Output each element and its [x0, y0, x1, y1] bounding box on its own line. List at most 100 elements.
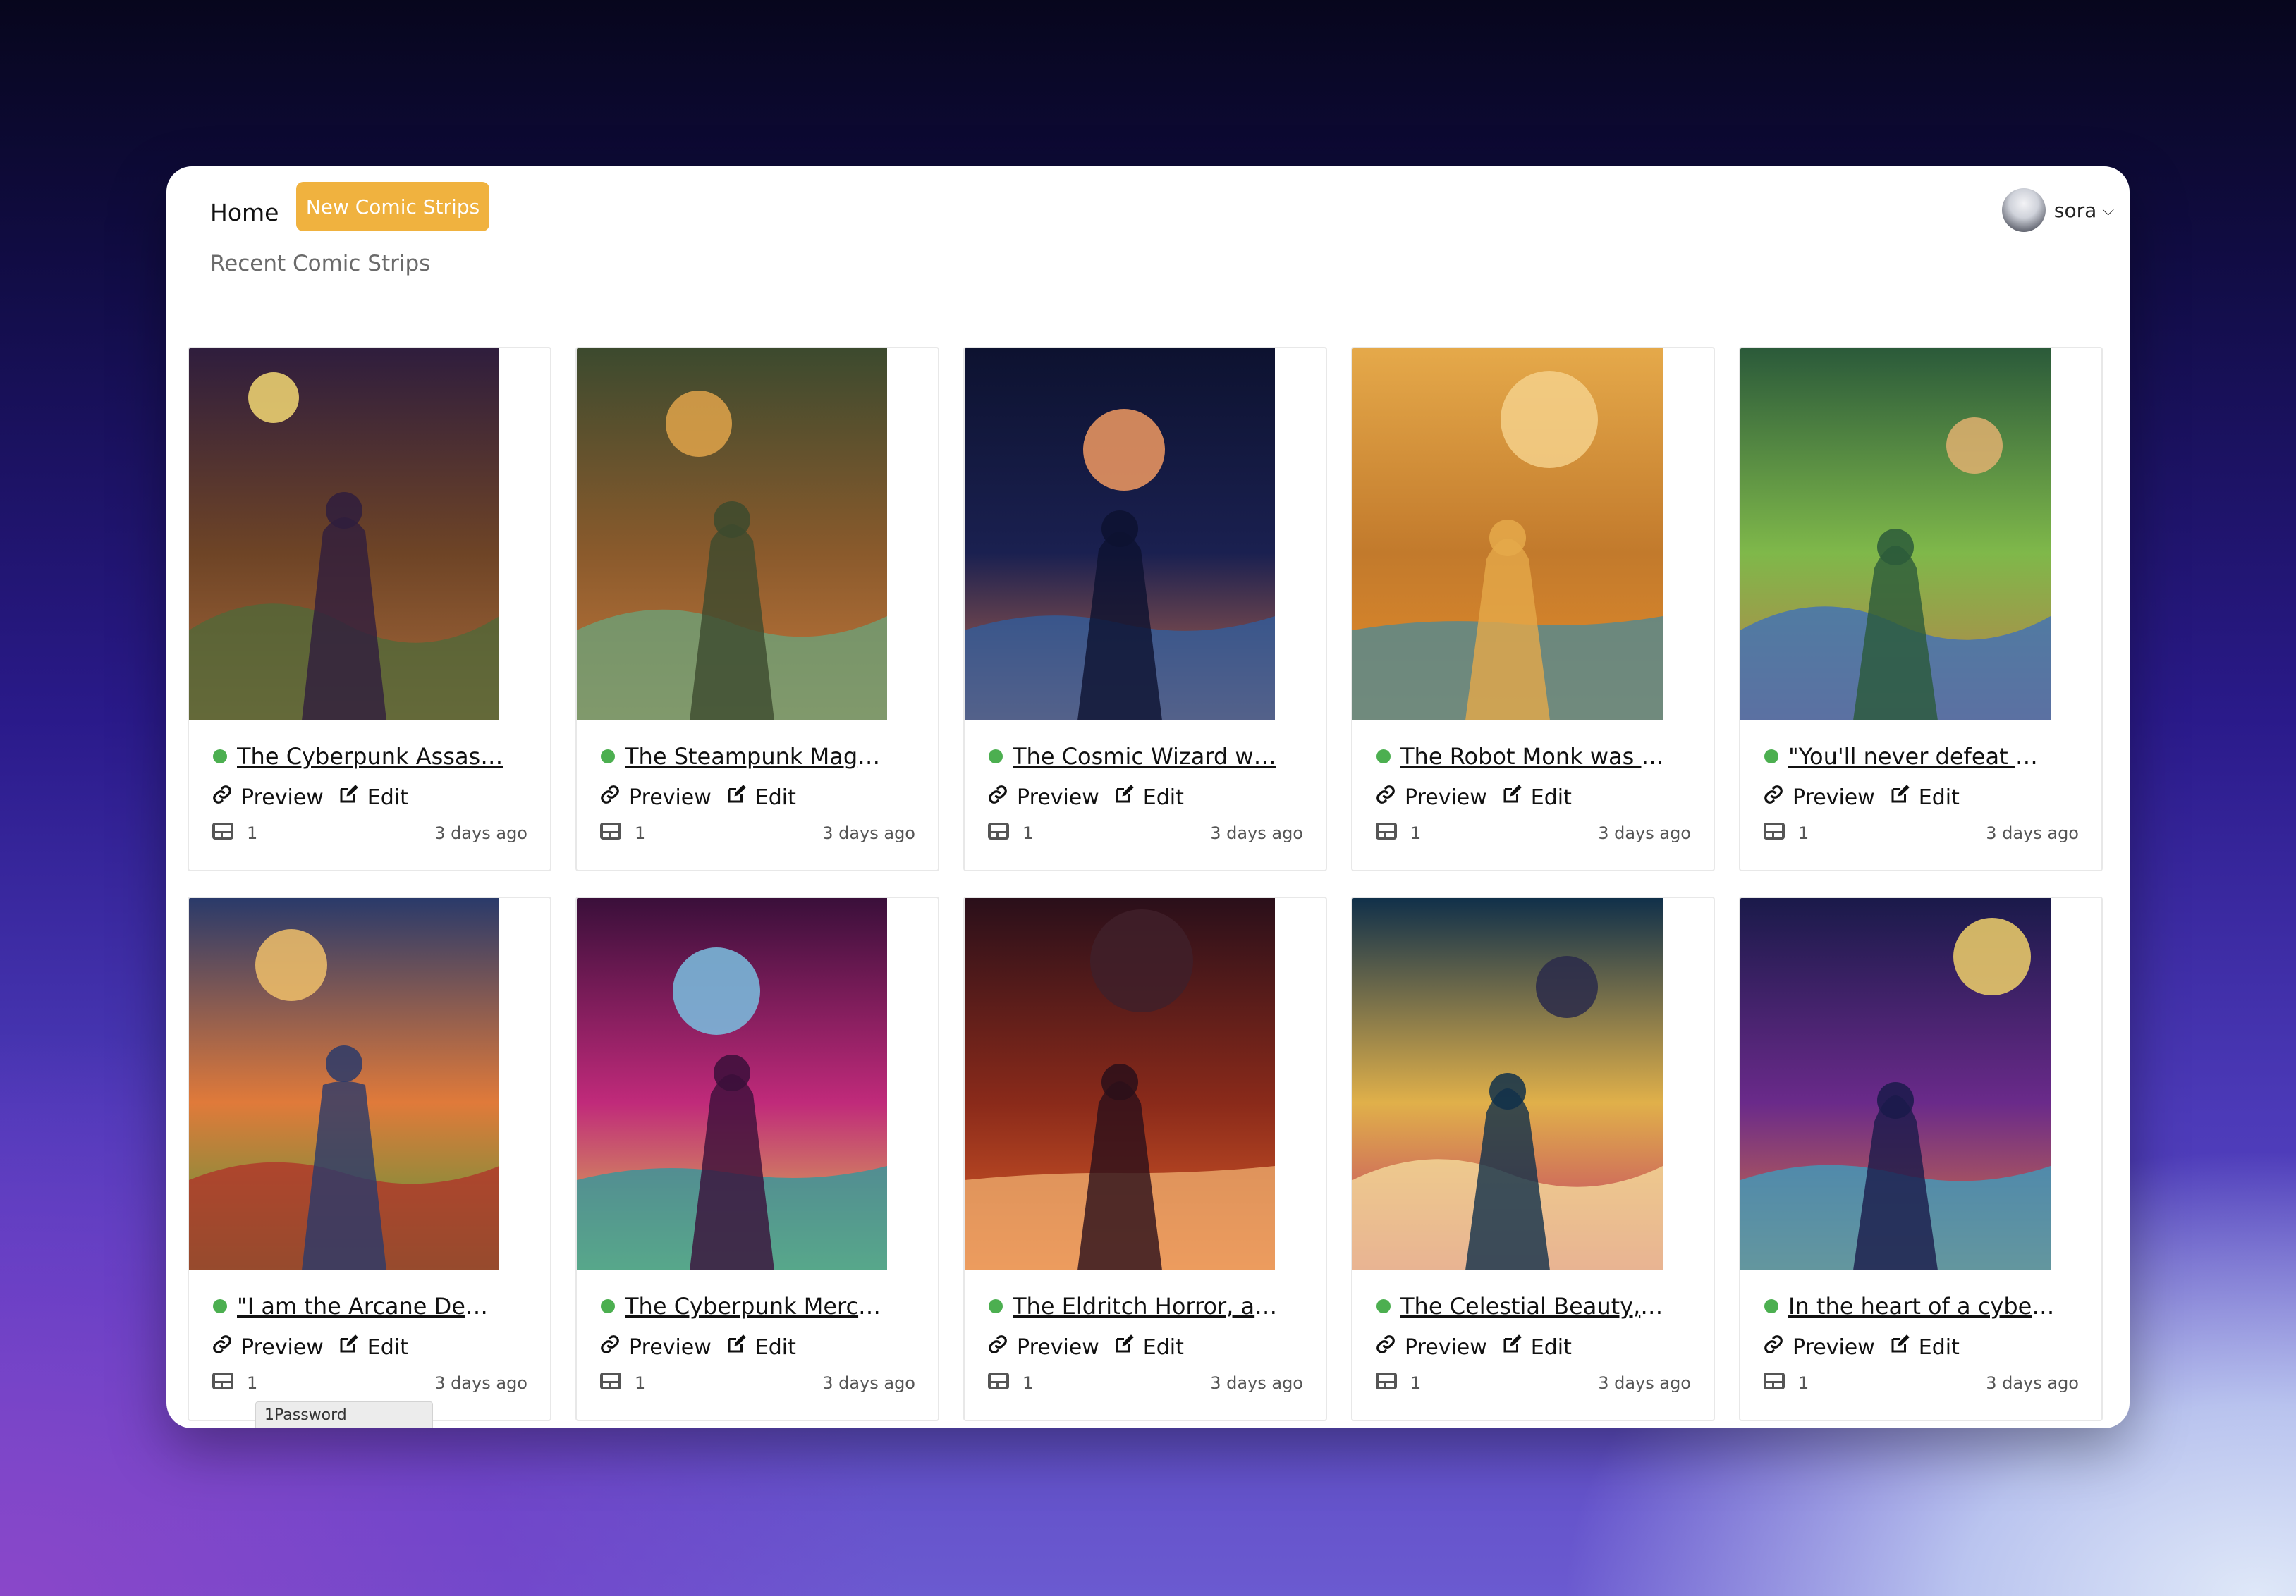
- status-dot: [1764, 749, 1778, 763]
- panels-icon: [212, 1372, 234, 1394]
- panels-icon: [212, 822, 234, 845]
- status-dot: [601, 1299, 615, 1313]
- edit-icon[interactable]: [726, 1334, 747, 1361]
- comic-thumbnail[interactable]: [1740, 898, 2051, 1270]
- preview-link[interactable]: Preview: [629, 1335, 712, 1360]
- comic-strip-card-5: "You'll never defeat m… Preview Edit 1 3…: [1739, 347, 2103, 871]
- edit-link[interactable]: Edit: [1143, 785, 1184, 810]
- edit-link[interactable]: Edit: [1919, 1335, 1960, 1360]
- comic-title-link[interactable]: In the heart of a cyber…: [1788, 1293, 2056, 1320]
- edit-link[interactable]: Edit: [1531, 1335, 1572, 1360]
- comic-title-link[interactable]: The Robot Monk was s…: [1400, 743, 1668, 770]
- edit-icon[interactable]: [1113, 1334, 1135, 1361]
- comic-title-link[interactable]: The Steampunk Mage …: [625, 743, 893, 770]
- new-comic-strips-button[interactable]: New Comic Strips: [296, 182, 489, 231]
- edit-icon[interactable]: [1501, 784, 1522, 811]
- preview-link[interactable]: Preview: [1405, 785, 1487, 810]
- comic-strip-card-8: The Eldritch Horror, a … Preview Edit 1 …: [963, 897, 1327, 1421]
- comic-thumbnail[interactable]: [189, 348, 499, 720]
- edit-link[interactable]: Edit: [755, 785, 796, 810]
- preview-link[interactable]: Preview: [1017, 1335, 1099, 1360]
- edit-link[interactable]: Edit: [1531, 785, 1572, 810]
- app-window: Home New Comic Strips sora ⌵ Recent Comi…: [166, 166, 2130, 1428]
- edit-icon[interactable]: [338, 784, 359, 811]
- panel-count: 1: [247, 823, 258, 843]
- comic-title-link[interactable]: The Cyberpunk Merce…: [625, 1293, 893, 1320]
- comic-title-link[interactable]: "I am the Arcane Dem…: [237, 1293, 505, 1320]
- comic-thumbnail[interactable]: [965, 348, 1275, 720]
- comic-strip-grid: The Cyberpunk Assas… Preview Edit 1 3 da…: [188, 347, 2103, 1421]
- edit-icon[interactable]: [726, 784, 747, 811]
- link-icon[interactable]: [212, 1334, 233, 1361]
- comic-title-link[interactable]: The Cyberpunk Assas…: [237, 743, 503, 770]
- timestamp: 3 days ago: [1986, 823, 2079, 843]
- link-icon[interactable]: [1375, 1334, 1396, 1361]
- comic-thumbnail[interactable]: [1352, 898, 1663, 1270]
- link-icon[interactable]: [1763, 1334, 1784, 1361]
- comic-title-link[interactable]: "You'll never defeat m…: [1788, 743, 2056, 770]
- timestamp: 3 days ago: [822, 1373, 915, 1393]
- panels-icon: [987, 1372, 1010, 1394]
- edit-link[interactable]: Edit: [755, 1335, 796, 1360]
- edit-link[interactable]: Edit: [367, 785, 408, 810]
- edit-icon[interactable]: [1889, 784, 1910, 811]
- preview-link[interactable]: Preview: [241, 785, 324, 810]
- status-dot: [1376, 1299, 1391, 1313]
- preview-link[interactable]: Preview: [1793, 1335, 1875, 1360]
- comic-strip-card-2: The Steampunk Mage … Preview Edit 1 3 da…: [575, 347, 939, 871]
- comic-thumbnail[interactable]: [577, 348, 887, 720]
- timestamp: 3 days ago: [822, 823, 915, 843]
- panels-icon: [1763, 1372, 1785, 1394]
- edit-icon[interactable]: [1113, 784, 1135, 811]
- edit-icon[interactable]: [1501, 1334, 1522, 1361]
- password-manager-tag[interactable]: 1Password: [255, 1401, 433, 1428]
- edit-link[interactable]: Edit: [1919, 785, 1960, 810]
- comic-thumbnail[interactable]: [965, 898, 1275, 1270]
- comic-thumbnail[interactable]: [1352, 348, 1663, 720]
- link-icon[interactable]: [212, 784, 233, 811]
- preview-link[interactable]: Preview: [241, 1335, 324, 1360]
- link-icon[interactable]: [987, 784, 1008, 811]
- panels-icon: [1375, 1372, 1398, 1394]
- timestamp: 3 days ago: [1210, 1373, 1303, 1393]
- panel-count: 1: [1798, 823, 1809, 843]
- comic-title-link[interactable]: The Cosmic Wizard w…: [1013, 743, 1276, 770]
- edit-link[interactable]: Edit: [1143, 1335, 1184, 1360]
- panel-count: 1: [1410, 1373, 1422, 1393]
- status-dot: [1764, 1299, 1778, 1313]
- status-dot: [1376, 749, 1391, 763]
- panel-count: 1: [1022, 823, 1034, 843]
- link-icon[interactable]: [1763, 784, 1784, 811]
- panels-icon: [599, 1372, 622, 1394]
- panels-icon: [987, 822, 1010, 845]
- timestamp: 3 days ago: [1986, 1373, 2079, 1393]
- link-icon[interactable]: [599, 784, 621, 811]
- link-icon[interactable]: [1375, 784, 1396, 811]
- comic-title-link[interactable]: The Celestial Beauty, …: [1400, 1293, 1668, 1320]
- comic-strip-card-4: The Robot Monk was s… Preview Edit 1 3 d…: [1351, 347, 1715, 871]
- edit-link[interactable]: Edit: [367, 1335, 408, 1360]
- status-dot: [989, 1299, 1003, 1313]
- edit-icon[interactable]: [1889, 1334, 1910, 1361]
- comic-thumbnail[interactable]: [189, 898, 499, 1270]
- timestamp: 3 days ago: [1210, 823, 1303, 843]
- user-menu[interactable]: sora ⌵: [2001, 188, 2114, 233]
- preview-link[interactable]: Preview: [629, 785, 712, 810]
- link-icon[interactable]: [599, 1334, 621, 1361]
- timestamp: 3 days ago: [1598, 1373, 1691, 1393]
- nav-home-link[interactable]: Home: [210, 190, 279, 235]
- preview-link[interactable]: Preview: [1017, 785, 1099, 810]
- preview-link[interactable]: Preview: [1793, 785, 1875, 810]
- comic-thumbnail[interactable]: [577, 898, 887, 1270]
- panel-count: 1: [1022, 1373, 1034, 1393]
- comic-strip-card-3: The Cosmic Wizard w… Preview Edit 1 3 da…: [963, 347, 1327, 871]
- panels-icon: [1375, 822, 1398, 845]
- edit-icon[interactable]: [338, 1334, 359, 1361]
- panels-icon: [1763, 822, 1785, 845]
- preview-link[interactable]: Preview: [1405, 1335, 1487, 1360]
- comic-strip-card-7: The Cyberpunk Merce… Preview Edit 1 3 da…: [575, 897, 939, 1421]
- comic-strip-card-6: "I am the Arcane Dem… Preview Edit 1 3 d…: [188, 897, 551, 1421]
- comic-title-link[interactable]: The Eldritch Horror, a …: [1013, 1293, 1281, 1320]
- link-icon[interactable]: [987, 1334, 1008, 1361]
- comic-thumbnail[interactable]: [1740, 348, 2051, 720]
